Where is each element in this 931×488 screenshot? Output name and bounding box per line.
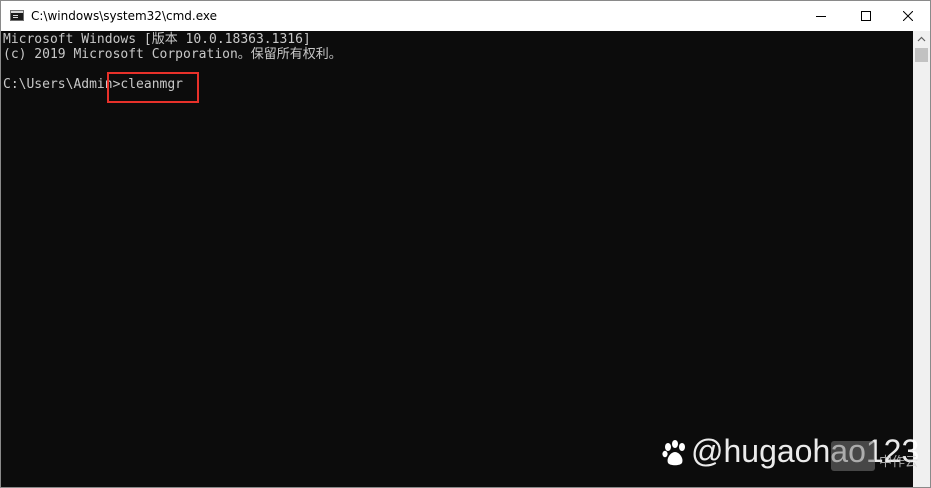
minimize-icon <box>816 16 826 17</box>
chevron-up-icon <box>917 36 926 42</box>
vertical-scrollbar[interactable] <box>913 31 930 487</box>
console-line-version: Microsoft Windows [版本 10.0.18363.1316] <box>3 32 311 47</box>
window-title: C:\windows\system32\cmd.exe <box>31 9 217 23</box>
maximize-button[interactable] <box>843 1 889 31</box>
command-highlight-box <box>107 72 199 103</box>
watermark-badge-label: 中作云 <box>879 455 919 470</box>
scroll-up-button[interactable] <box>913 31 930 48</box>
title-bar[interactable]: C:\windows\system32\cmd.exe <box>1 1 930 31</box>
minimize-button[interactable] <box>798 1 844 31</box>
console-line-copyright: (c) 2019 Microsoft Corporation。保留所有权利。 <box>3 47 342 62</box>
scroll-thumb[interactable] <box>915 48 928 62</box>
console-app-icon[interactable] <box>10 10 24 21</box>
maximize-icon <box>861 11 871 21</box>
close-icon <box>903 11 913 21</box>
console-output[interactable]: Microsoft Windows [版本 10.0.18363.1316] (… <box>1 31 913 487</box>
close-button[interactable] <box>885 1 930 31</box>
cmd-window: C:\windows\system32\cmd.exe Microsoft Wi… <box>0 0 931 488</box>
baidu-paw-icon <box>662 440 685 466</box>
watermark: @hugaohao123 中作云 <box>661 433 923 477</box>
watermark-badge <box>831 441 875 471</box>
